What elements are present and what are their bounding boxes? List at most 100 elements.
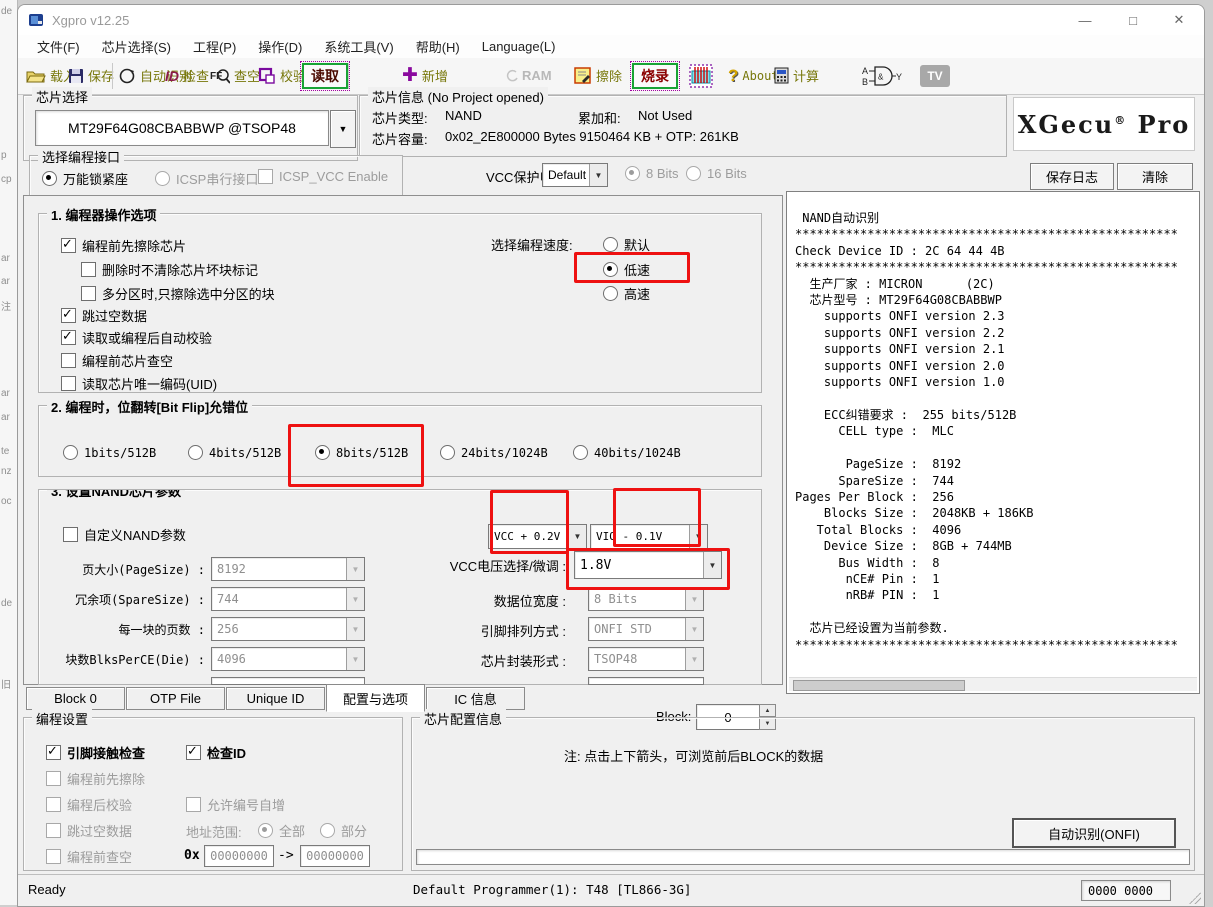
checkbox-custom-nand[interactable]: 自定义NAND参数 <box>63 525 186 544</box>
addr-range-label: 地址范围: <box>186 822 242 841</box>
pagesize-combo[interactable]: 8192▼ <box>211 557 365 581</box>
app-window: Xgpro v12.25 — □ ✕ 文件(F) 芯片选择(S) 工程(P) 操… <box>17 4 1205 907</box>
checkbox-pin-check[interactable]: 引脚接触检查 <box>46 743 145 762</box>
menu-operation[interactable]: 操作(D) <box>247 37 313 56</box>
chip-select-display[interactable]: MT29F64G08CBABBWP @TSOP48 <box>35 110 329 146</box>
checkbox-verify-after[interactable]: 编程后校验 <box>46 795 132 814</box>
logic-gate-button[interactable]: AB&Y <box>862 58 902 93</box>
read-button[interactable]: 读取 <box>302 63 348 89</box>
tab-config-options[interactable]: 配置与选项 <box>326 684 425 712</box>
pinmap-combo[interactable]: ONFI STD▼ <box>588 617 704 641</box>
checkbox-box <box>81 286 96 301</box>
checkbox-blank-check-before[interactable]: 编程前芯片查空 <box>61 351 173 370</box>
block-up-button[interactable]: ▲ <box>759 704 776 717</box>
buswidth-combo[interactable]: 8 Bits▼ <box>588 587 704 611</box>
blocksperce-combo[interactable]: 4096▼ <box>211 647 365 671</box>
menu-language[interactable]: Language(L) <box>471 39 567 54</box>
status-checksum: 0000 0000 <box>1081 880 1171 901</box>
checkbox-icsp-vcc[interactable]: ICSP_VCC Enable <box>258 169 388 184</box>
chevron-down-icon: ▼ <box>685 648 703 670</box>
chevron-down-icon: ▼ <box>346 648 364 670</box>
minimize-button[interactable]: — <box>1062 5 1108 35</box>
close-button[interactable]: ✕ <box>1156 5 1202 35</box>
checkbox-skip-blank[interactable]: 跳过空数据 <box>61 306 147 325</box>
radio-40bit[interactable]: 40bits/1024B <box>573 445 681 460</box>
addr-to-input[interactable]: 00000000 <box>300 845 370 867</box>
checkbox-erase-first[interactable]: 编程前先擦除 <box>46 769 145 788</box>
tv-button[interactable]: TV <box>920 58 950 93</box>
addr-from-input[interactable]: 00000000 <box>204 845 274 867</box>
checkbox-read-uid[interactable]: 读取芯片唯一编码(UID) <box>61 374 217 393</box>
checkbox-erase-before-program[interactable]: 编程前先擦除芯片 <box>61 236 186 255</box>
menu-chip-select[interactable]: 芯片选择(S) <box>91 37 182 56</box>
vcc-current-combo[interactable]: Default ▼ <box>542 163 608 187</box>
auto-detect-onfi-button[interactable]: 自动识别(ONFI) <box>1012 818 1176 848</box>
radio-icsp[interactable]: ICSP串行接口 <box>155 169 258 188</box>
title-bar[interactable]: Xgpro v12.25 — □ ✕ <box>18 5 1204 35</box>
checkbox-auto-serial[interactable]: 允许编号自增 <box>186 795 285 814</box>
radio-addr-all[interactable]: 全部 <box>258 821 305 840</box>
radio-speed-high[interactable]: 高速 <box>603 284 650 303</box>
radio-24bit[interactable]: 24bits/1024B <box>440 445 548 460</box>
menu-project[interactable]: 工程(P) <box>182 37 247 56</box>
pagesperblock-combo[interactable]: 256▼ <box>211 617 365 641</box>
blank-check-button[interactable]: FF 查空 <box>210 58 260 93</box>
chip-info-group: 芯片信息 (No Project opened) 芯片类型: NAND 累加和:… <box>359 95 1007 157</box>
checkbox-keep-badblock-marks[interactable]: 删除时不清除芯片坏块标记 <box>81 260 258 279</box>
tab-unique-id[interactable]: Unique ID <box>226 687 325 710</box>
clear-log-button[interactable]: 清除 <box>1117 163 1193 190</box>
checkbox-check-id[interactable]: 检查ID <box>186 743 246 762</box>
checkbox-skip-blank-2[interactable]: 跳过空数据 <box>46 821 132 840</box>
radio-1bit[interactable]: 1bits/512B <box>63 445 156 460</box>
vio-trim-combo[interactable]: VIO - 0.1V▼ <box>590 524 708 549</box>
about-button[interactable]: ? About <box>728 58 779 93</box>
radio-universal-socket[interactable]: 万能锁紧座 <box>42 169 128 188</box>
program-button[interactable]: 烧录 <box>632 63 678 89</box>
radio-dot <box>625 166 640 181</box>
chevron-down-icon: ▼ <box>685 618 703 640</box>
chip-select-dropdown-button[interactable]: ▼ <box>330 110 356 148</box>
tab-ic-info[interactable]: IC 信息 <box>426 687 525 710</box>
vcc-voltage-combo[interactable]: 1.8V▼ <box>574 551 722 579</box>
save-log-button[interactable]: 保存日志 <box>1030 163 1114 190</box>
menu-help[interactable]: 帮助(H) <box>405 37 471 56</box>
maximize-button[interactable]: □ <box>1110 5 1156 35</box>
svg-text:FF: FF <box>210 71 222 82</box>
calc-button[interactable]: 计算 <box>774 58 819 93</box>
radio-16bits[interactable]: 16 Bits <box>686 166 747 181</box>
menu-bar: 文件(F) 芯片选择(S) 工程(P) 操作(D) 系统工具(V) 帮助(H) … <box>18 35 1204 58</box>
scrollbar-thumb[interactable] <box>793 680 965 691</box>
checkbox-auto-verify[interactable]: 读取或编程后自动校验 <box>61 328 212 347</box>
toolbar-separator <box>348 63 349 89</box>
svg-text:Y: Y <box>896 72 902 82</box>
radio-8bits[interactable]: 8 Bits <box>625 166 679 181</box>
menu-file[interactable]: 文件(F) <box>26 37 91 56</box>
radio-speed-low[interactable]: 低速 <box>603 260 650 279</box>
checkbox-box <box>61 353 76 368</box>
resize-grip[interactable] <box>1189 892 1201 904</box>
radio-dot <box>155 171 170 186</box>
radio-4bit[interactable]: 4bits/512B <box>188 445 281 460</box>
checkbox-box <box>258 169 273 184</box>
radio-dot <box>603 237 618 252</box>
tab-otp-file[interactable]: OTP File <box>126 687 225 710</box>
radio-8bit[interactable]: 8bits/512B <box>315 445 408 460</box>
ic-test-button[interactable] <box>688 58 714 93</box>
check-id-button[interactable]: ID 检查 <box>165 58 209 93</box>
package-combo[interactable]: TSOP48▼ <box>588 647 704 671</box>
radio-speed-default[interactable]: 默认 <box>603 235 650 254</box>
sparesize-combo[interactable]: 744▼ <box>211 587 365 611</box>
checkbox-box <box>61 308 76 323</box>
erase-button[interactable]: 擦除 <box>574 58 622 93</box>
checkbox-erase-selected-partition[interactable]: 多分区时,只擦除选中分区的块 <box>81 284 275 303</box>
verify-button[interactable]: 校验 <box>258 58 306 93</box>
radio-addr-part[interactable]: 部分 <box>320 821 367 840</box>
erase-note-icon <box>574 67 592 85</box>
tab-block0[interactable]: Block 0 <box>26 687 125 710</box>
and-gate-icon: AB&Y <box>862 64 902 88</box>
log-horizontal-scrollbar[interactable] <box>789 677 1197 691</box>
checkbox-blank-before-2[interactable]: 编程前查空 <box>46 847 132 866</box>
menu-system-tools[interactable]: 系统工具(V) <box>313 37 404 56</box>
vcc-trim-combo[interactable]: VCC + 0.2V▼ <box>488 524 587 549</box>
interface-group: 选择编程接口 万能锁紧座 ICSP串行接口 ICSP_VCC Enable <box>29 155 403 197</box>
